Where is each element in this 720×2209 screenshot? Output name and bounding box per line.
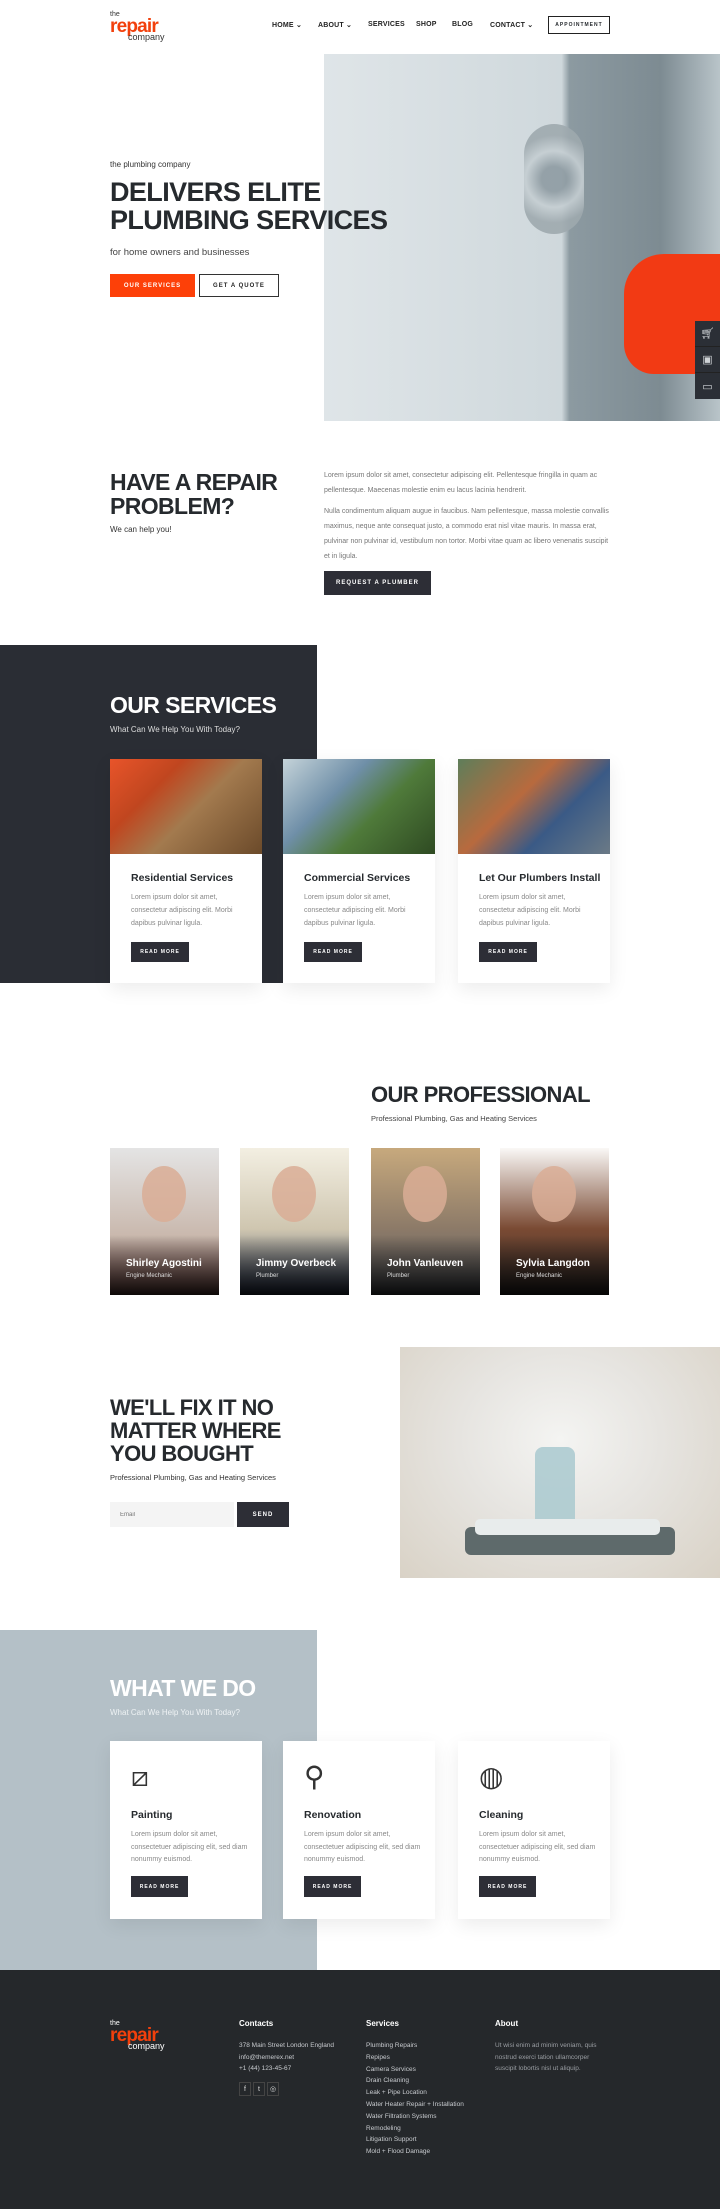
team-member-card[interactable]: Sylvia Langdon Engine Mechanic — [500, 1148, 609, 1295]
whatwedo-title: WHAT WE DO — [110, 1675, 256, 1701]
contact-icon[interactable]: ▣ — [695, 347, 720, 373]
facebook-icon[interactable]: f — [239, 2082, 251, 2096]
repair-paragraph-2: Nulla condimentum aliquam augue in fauci… — [324, 508, 609, 560]
appointment-button[interactable]: APPOINTMENT — [548, 16, 610, 34]
service-card: Residential Services Lorem ipsum dolor s… — [110, 759, 262, 983]
footer-service-link[interactable]: Litigation Support — [366, 2134, 464, 2146]
repair-paragraph-1: Lorem ipsum dolor sit amet, consectetur … — [324, 472, 598, 494]
services-title: OUR SERVICES — [110, 692, 277, 718]
team-member-photo — [532, 1166, 576, 1222]
footer-contacts-title: Contacts — [239, 2019, 274, 2028]
dishes-icon: ◍ — [479, 1761, 504, 1792]
social-links: f t ◎ — [239, 2082, 279, 2096]
read-more-button[interactable]: READ MORE — [479, 942, 537, 962]
logo[interactable]: the repair company — [110, 11, 165, 42]
steam-cleaner-image — [400, 1347, 720, 1578]
get-quote-button[interactable]: GET A QUOTE — [199, 274, 279, 297]
hero-eyebrow: the plumbing company — [110, 160, 191, 169]
service-image — [458, 759, 610, 854]
window-icon[interactable]: ▭ — [695, 373, 720, 399]
footer-service-link[interactable]: Plumbing Repairs — [366, 2040, 464, 2052]
team-member-card[interactable]: Jimmy Overbeck Plumber — [240, 1148, 349, 1295]
footer-service-link[interactable]: Camera Services — [366, 2064, 464, 2076]
repair-title: HAVE A REPAIR PROBLEM? — [110, 469, 278, 520]
hero-subtitle: for home owners and businesses — [110, 247, 250, 258]
service-card: Commercial Services Lorem ipsum dolor si… — [283, 759, 435, 983]
team-member-photo — [142, 1166, 186, 1222]
footer-services-list: Plumbing Repairs Repipes Camera Services Dr… — [366, 2040, 464, 2158]
read-more-button[interactable]: READ MORE — [304, 942, 362, 962]
read-more-button[interactable]: READ MORE — [131, 1876, 188, 1897]
twitter-icon[interactable]: t — [253, 2082, 265, 2096]
team-title: OUR PROFESSIONAL — [371, 1082, 591, 1107]
footer — [0, 1970, 720, 2209]
footer-contacts: 378 Main Street London England info@them… — [239, 2042, 335, 2072]
window-cleaning-icon: ⧄ — [131, 1761, 149, 1792]
read-more-button[interactable]: READ MORE — [304, 1876, 361, 1897]
cart-icon[interactable]: 🛒︎ — [695, 321, 720, 347]
nav-services[interactable]: SERVICES — [368, 21, 405, 28]
nav-contact[interactable]: CONTACT ⌄ — [490, 21, 533, 29]
nav-blog[interactable]: BLOG — [452, 21, 473, 28]
read-more-button[interactable]: READ MORE — [131, 942, 189, 962]
service-image — [110, 759, 262, 854]
team-subtitle: Professional Plumbing, Gas and Heating S… — [371, 1114, 537, 1123]
nav-about[interactable]: ABOUT ⌄ — [318, 21, 352, 29]
whatwedo-subtitle: What Can We Help You With Today? — [110, 1708, 240, 1717]
fix-title: WE'LL FIX IT NO MATTER WHERE YOU BOUGHT — [110, 1395, 281, 1467]
team-member-photo — [272, 1166, 316, 1222]
footer-service-link[interactable]: Drain Cleaning — [366, 2075, 464, 2087]
footer-service-link[interactable]: Remodeling — [366, 2123, 464, 2135]
footer-service-link[interactable]: Repipes — [366, 2052, 464, 2064]
team-member-card[interactable]: John Vanleuven Plumber — [371, 1148, 480, 1295]
team-member-photo — [403, 1166, 447, 1222]
whatwedo-card: ⧄ Painting Lorem ipsum dolor sit amet, c… — [110, 1741, 262, 1919]
repair-subtitle: We can help you! — [110, 525, 172, 534]
nav-shop[interactable]: SHOP — [416, 21, 437, 28]
footer-service-link[interactable]: Mold + Flood Damage — [366, 2146, 464, 2158]
our-services-button[interactable]: OUR SERVICES — [110, 274, 195, 297]
read-more-button[interactable]: READ MORE — [479, 1876, 536, 1897]
footer-service-link[interactable]: Water Filtration Systems — [366, 2111, 464, 2123]
service-card: Let Our Plumbers Install Lorem ipsum dol… — [458, 759, 610, 983]
footer-services-title: Services — [366, 2019, 399, 2028]
footer-email[interactable]: info@themerex.net — [239, 2052, 334, 2064]
mop-bucket-icon: ⚲ — [304, 1761, 325, 1792]
whatwedo-card: ◍ Cleaning Lorem ipsum dolor sit amet, c… — [458, 1741, 610, 1919]
footer-about-text: Ut wisi enim ad minim veniam, quis nostr… — [495, 2042, 597, 2072]
footer-service-link[interactable]: Leak + Pipe Location — [366, 2087, 464, 2099]
footer-about-title: About — [495, 2019, 519, 2028]
fix-subtitle: Professional Plumbing, Gas and Heating S… — [110, 1473, 276, 1482]
services-subtitle: What Can We Help You With Today? — [110, 725, 240, 734]
team-member-card[interactable]: Shirley Agostini Engine Mechanic — [110, 1148, 219, 1295]
send-button[interactable]: SEND — [237, 1502, 289, 1527]
service-image — [283, 759, 435, 854]
instagram-icon[interactable]: ◎ — [267, 2082, 279, 2096]
chevron-down-icon: ⌄ — [346, 22, 353, 29]
whatwedo-card: ⚲ Renovation Lorem ipsum dolor sit amet,… — [283, 1741, 435, 1919]
hero-title: DELIVERS ELITE PLUMBING SERVICES — [110, 177, 388, 236]
chevron-down-icon: ⌄ — [295, 22, 303, 29]
request-plumber-button[interactable]: REQUEST A PLUMBER — [324, 571, 431, 595]
hero-image — [324, 54, 720, 421]
email-input[interactable] — [110, 1502, 234, 1527]
nav-home[interactable]: HOME ⌄ — [272, 21, 302, 29]
footer-service-link[interactable]: Water Heater Repair + Installation — [366, 2099, 464, 2111]
chevron-down-icon: ⌄ — [527, 22, 534, 29]
side-widget: 🛒︎ ▣ ▭ — [695, 321, 720, 399]
footer-logo[interactable]: the repair company — [110, 2020, 165, 2051]
